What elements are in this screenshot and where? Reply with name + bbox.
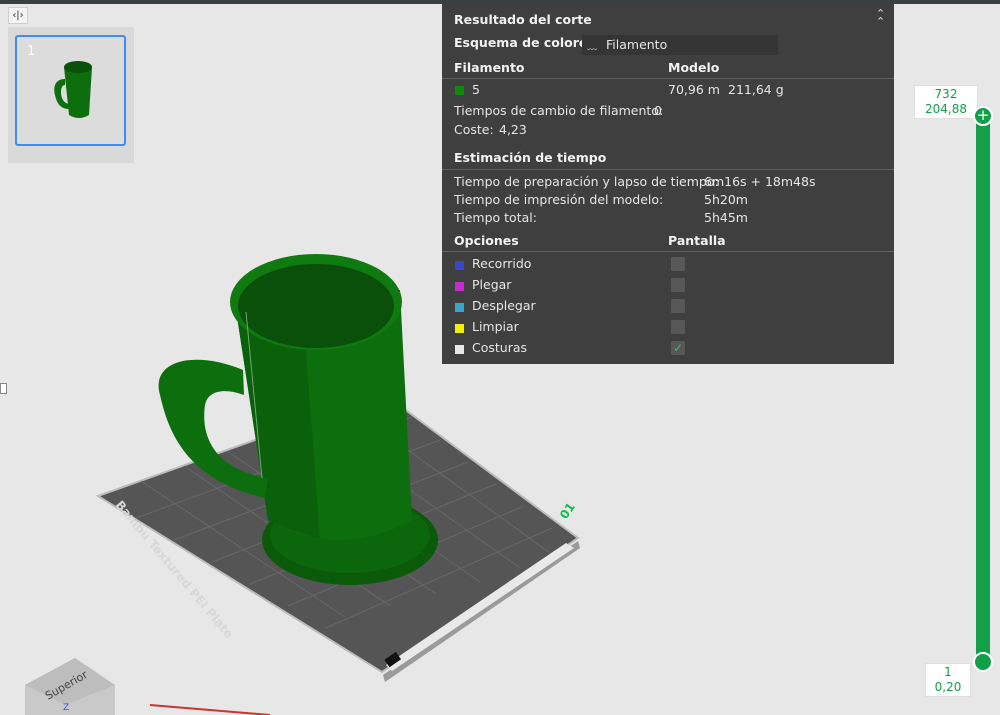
option-color-swatch — [455, 345, 464, 354]
color-scheme-select[interactable]: ﹏ Filamento — [582, 35, 778, 55]
chevron-down-icon: ﹏ — [587, 41, 597, 52]
collapse-panel-icon[interactable]: ⌃ ⌃ — [876, 8, 885, 27]
filament-change-value: 0 — [654, 103, 662, 118]
option-display-checkbox[interactable] — [671, 320, 685, 334]
option-color-swatch — [455, 303, 464, 312]
option-label: Costuras — [472, 340, 528, 355]
display-header: Pantalla — [668, 233, 726, 248]
checkmark-icon: ✓ — [672, 341, 684, 355]
option-color-swatch — [455, 324, 464, 333]
color-scheme-label: Esquema de colores — [454, 35, 595, 50]
print-time-value: 5h20m — [704, 192, 748, 207]
layer-slider-track[interactable] — [976, 110, 990, 670]
mug-thumbnail-icon — [54, 61, 92, 118]
filament-id: 5 — [472, 82, 480, 97]
panel-title: Resultado del corte — [454, 12, 592, 27]
slider-bottom-label: 1 0,20 — [925, 663, 971, 697]
color-scheme-value: Filamento — [606, 37, 668, 52]
left-resize-handle[interactable] — [0, 383, 7, 394]
cost-label: Coste: — [454, 122, 494, 137]
divider — [442, 251, 894, 252]
top-layer-height: 204,88 — [925, 102, 967, 116]
filament-weight: 211,64 g — [728, 82, 784, 97]
layer-slider-bottom-handle[interactable] — [973, 652, 993, 672]
total-time-value: 5h45m — [704, 210, 748, 225]
layer-slider-top-handle[interactable]: + — [973, 106, 993, 126]
option-label: Limpiar — [472, 319, 519, 334]
option-label: Desplegar — [472, 298, 536, 313]
plus-icon: + — [976, 106, 990, 124]
option-label: Recorrido — [472, 256, 532, 271]
divider — [442, 169, 894, 170]
collapse-sidebar-button[interactable]: ‹|› — [8, 7, 28, 24]
bed-number: 01 — [557, 500, 578, 522]
filament-length: 70,96 m — [668, 82, 720, 97]
option-color-swatch — [455, 282, 464, 291]
print-time-label: Tiempo de impresión del modelo: — [454, 192, 664, 207]
bottom-layer-number: 1 — [944, 665, 952, 679]
filament-change-label: Tiempos de cambio de filamento: — [454, 103, 664, 118]
bottom-layer-height: 0,20 — [934, 680, 962, 694]
options-header: Opciones — [454, 233, 519, 248]
filament-color-swatch — [455, 86, 464, 95]
view-cube-axis: Z — [63, 703, 69, 713]
slice-result-panel: Resultado del corte ⌃ ⌃ Esquema de colore… — [442, 4, 894, 364]
divider — [442, 78, 894, 79]
filament-column-header: Filamento — [454, 60, 525, 75]
total-time-label: Tiempo total: — [454, 210, 537, 225]
option-display-checkbox[interactable] — [671, 278, 685, 292]
collapse-arrows-icon: ‹|› — [12, 10, 24, 21]
cost-value: 4,23 — [499, 122, 527, 137]
option-display-checkbox[interactable]: ✓ — [671, 341, 685, 355]
plate-thumbnail-panel: 1 — [8, 27, 134, 163]
prep-time-label: Tiempo de preparación y lapso de tiempo: — [454, 174, 719, 189]
plate-thumbnail[interactable]: 1 — [15, 35, 126, 146]
option-label: Plegar — [472, 277, 512, 292]
time-estimate-header: Estimación de tiempo — [454, 150, 607, 165]
model-column-header: Modelo — [668, 60, 720, 75]
option-color-swatch — [455, 261, 464, 270]
option-display-checkbox[interactable] — [671, 299, 685, 313]
prep-time-value: 6m16s + 18m48s — [704, 174, 816, 189]
option-display-checkbox[interactable] — [671, 257, 685, 271]
slider-top-label: 732 204,88 — [914, 85, 978, 119]
top-layer-number: 732 — [934, 87, 958, 101]
